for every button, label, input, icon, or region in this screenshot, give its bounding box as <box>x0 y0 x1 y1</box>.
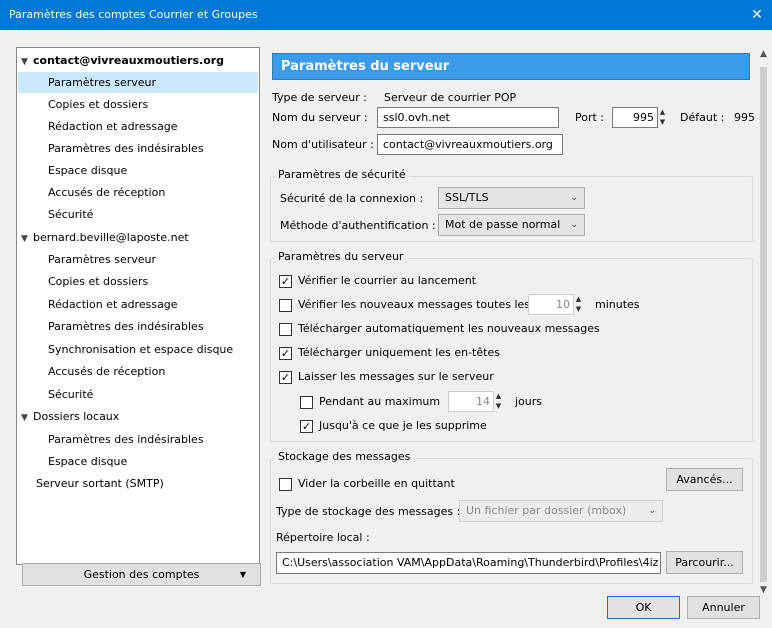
tree-item-server-settings-selected[interactable]: Paramètres serveur <box>18 72 258 93</box>
max-days-input[interactable]: 14 <box>448 391 494 412</box>
port-label: Port : <box>575 111 605 124</box>
chevron-down-icon: ⌄ <box>570 220 578 230</box>
auto-download-checkbox[interactable] <box>279 323 292 336</box>
check-startup-label[interactable]: Vérifier le courrier au lancement <box>298 274 476 287</box>
days-label: jours <box>515 395 543 408</box>
storage-type-label: Type de stockage des messages : <box>276 505 461 518</box>
tree-item-copies-folders[interactable]: Copies et dossiers <box>48 94 148 115</box>
tree-item-security[interactable]: Sécurité <box>48 204 93 225</box>
server-type-label: Type de serveur : <box>272 91 368 104</box>
tree-account-contact[interactable]: ▼ contact@vivreauxmoutiers.org <box>21 50 224 71</box>
advanced-button[interactable]: Avancés... <box>666 468 743 491</box>
tree-item-receipts[interactable]: Accusés de réception <box>48 361 165 382</box>
until-delete-label[interactable]: Jusqu'à ce que je les supprime <box>319 419 487 432</box>
manage-accounts-button[interactable]: Gestion des comptes ▼ <box>22 563 261 586</box>
max-days-spinner[interactable]: ▲ ▼ <box>494 391 503 412</box>
server-settings-group-title: Paramètres du serveur <box>275 250 407 263</box>
title-bar: Paramètres des comptes Courrier et Group… <box>0 0 772 30</box>
tree-item-disk-space[interactable]: Espace disque <box>48 451 127 472</box>
headers-only-checkbox[interactable]: ✓ <box>279 347 292 360</box>
chevron-down-icon[interactable]: ▼ <box>21 229 33 250</box>
scroll-up-icon[interactable]: ▲ <box>755 49 772 59</box>
vertical-scrollbar[interactable]: ▲ ▼ <box>755 47 772 595</box>
tree-item-sync-disk[interactable]: Synchronisation et espace disque <box>48 339 233 360</box>
settings-panel: Paramètres du serveur Type de serveur : … <box>267 47 755 589</box>
window-title: Paramètres des comptes Courrier et Group… <box>9 8 258 21</box>
server-type-value: Serveur de courrier POP <box>384 91 517 104</box>
headers-only-label[interactable]: Télécharger uniquement les en-têtes <box>298 346 500 359</box>
tree-item-composition[interactable]: Rédaction et adressage <box>48 294 178 315</box>
tree-account-local-folders[interactable]: ▼ Dossiers locaux <box>21 406 119 427</box>
port-input[interactable]: 995 <box>612 107 658 128</box>
chevron-down-icon[interactable]: ▼ <box>21 408 33 429</box>
auth-method-select[interactable]: Mot de passe normal ⌄ <box>438 214 585 236</box>
storage-type-select[interactable]: Un fichier par dossier (mbox) ⌄ <box>459 500 663 522</box>
tree-item-junk[interactable]: Paramètres des indésirables <box>48 316 204 337</box>
tree-item-server-settings[interactable]: Paramètres serveur <box>48 249 156 270</box>
chevron-down-icon[interactable]: ▼ <box>21 52 33 73</box>
leave-on-server-label[interactable]: Laisser les messages sur le serveur <box>298 370 494 383</box>
dropdown-arrow-icon: ▼ <box>239 570 246 579</box>
leave-on-server-checkbox[interactable]: ✓ <box>279 371 292 384</box>
tree-item-composition[interactable]: Rédaction et adressage <box>48 116 178 137</box>
server-name-input[interactable]: ssl0.ovh.net <box>377 107 559 128</box>
tree-item-receipts[interactable]: Accusés de réception <box>48 182 165 203</box>
cancel-button[interactable]: Annuler <box>687 596 760 619</box>
close-icon[interactable]: ✕ <box>742 0 772 30</box>
port-spinner[interactable]: ▲ ▼ <box>658 107 667 128</box>
tree-item-junk[interactable]: Paramètres des indésirables <box>48 138 204 159</box>
auto-download-label[interactable]: Télécharger automatiquement les nouveaux… <box>298 322 600 335</box>
check-every-spinner[interactable]: ▲ ▼ <box>574 294 583 315</box>
chevron-down-icon: ⌄ <box>570 193 578 203</box>
max-days-label[interactable]: Pendant au maximum <box>319 395 440 408</box>
tree-account-laposte[interactable]: ▼ bernard.beville@laposte.net <box>21 227 189 248</box>
empty-trash-label[interactable]: Vider la corbeille en quittant <box>298 477 455 490</box>
account-tree[interactable]: ▼ contact@vivreauxmoutiers.org Paramètres… <box>16 47 260 565</box>
tree-item-junk[interactable]: Paramètres des indésirables <box>48 429 204 450</box>
scroll-down-icon[interactable]: ▼ <box>755 585 772 595</box>
ok-button[interactable]: OK <box>607 596 680 619</box>
browse-button[interactable]: Parcourir... <box>666 551 743 574</box>
tree-item-disk-space[interactable]: Espace disque <box>48 160 127 181</box>
tree-item-copies-folders[interactable]: Copies et dossiers <box>48 271 148 292</box>
local-dir-input[interactable]: C:\Users\association VAM\AppData\Roaming… <box>276 552 661 574</box>
empty-trash-checkbox[interactable] <box>279 478 292 491</box>
chevron-down-icon: ⌄ <box>648 506 656 516</box>
default-port-value: 995 <box>734 111 755 124</box>
max-days-checkbox[interactable] <box>300 396 313 409</box>
auth-method-label: Méthode d'authentification : <box>280 219 436 232</box>
storage-group-title: Stockage des messages <box>275 450 414 463</box>
username-input[interactable]: contact@vivreauxmoutiers.org <box>377 134 563 155</box>
check-every-input[interactable]: 10 <box>528 294 574 315</box>
check-startup-checkbox[interactable]: ✓ <box>279 275 292 288</box>
tree-item-security[interactable]: Sécurité <box>48 384 93 405</box>
connection-security-label: Sécurité de la connexion : <box>280 192 424 205</box>
page-title: Paramètres du serveur <box>272 53 750 80</box>
check-every-checkbox[interactable] <box>279 299 292 312</box>
scroll-thumb[interactable] <box>760 67 767 582</box>
default-port-label: Défaut : <box>680 111 725 124</box>
minutes-label: minutes <box>595 298 640 311</box>
local-dir-label: Répertoire local : <box>276 531 370 544</box>
tree-item-smtp[interactable]: Serveur sortant (SMTP) <box>36 473 164 494</box>
check-every-label[interactable]: Vérifier les nouveaux messages toutes le… <box>298 298 530 311</box>
server-name-label: Nom du serveur : <box>272 111 368 124</box>
security-group-title: Paramètres de sécurité <box>275 168 409 181</box>
username-label: Nom d'utilisateur : <box>272 138 374 151</box>
connection-security-select[interactable]: SSL/TLS ⌄ <box>438 187 585 209</box>
until-delete-checkbox[interactable]: ✓ <box>300 420 313 433</box>
